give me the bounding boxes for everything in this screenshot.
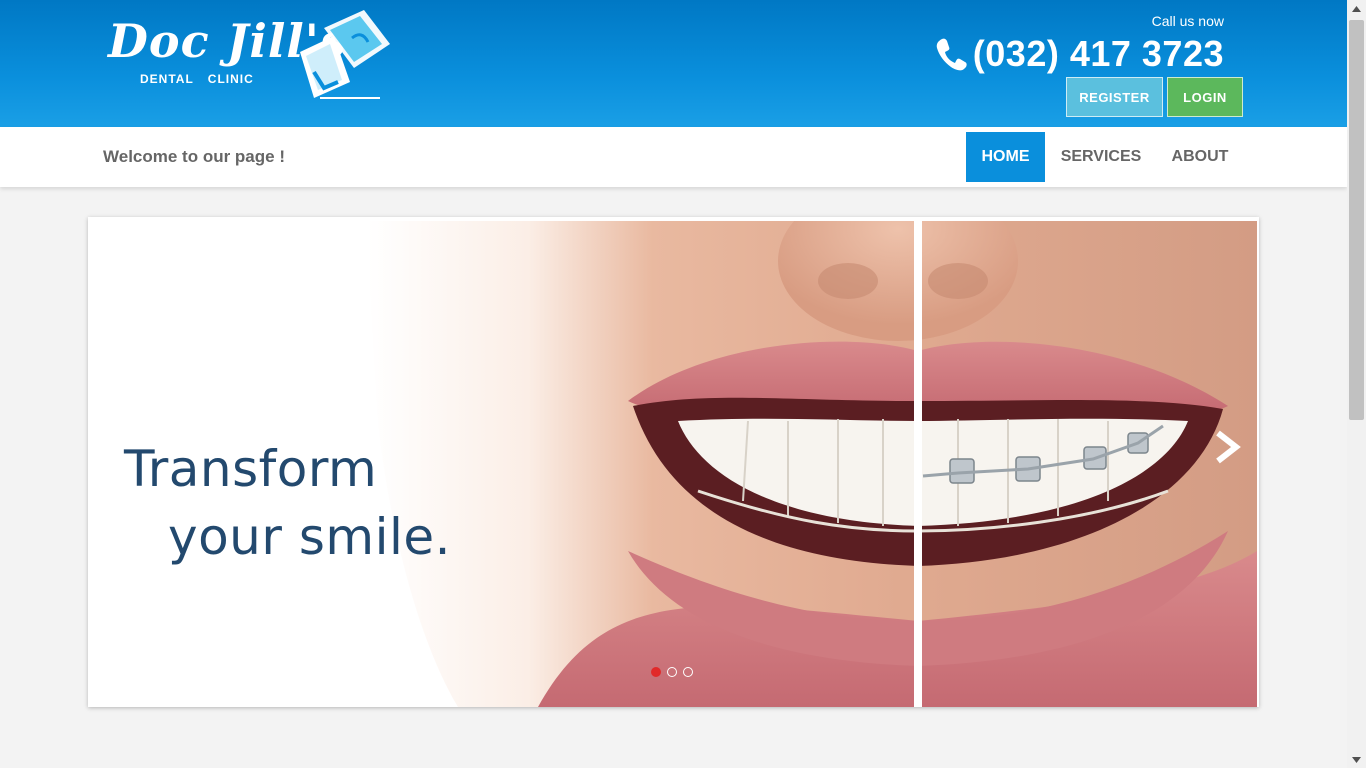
scroll-thumb[interactable] xyxy=(1349,20,1364,420)
main-nav: Welcome to our page ! HOME SERVICES ABOU… xyxy=(0,127,1347,187)
welcome-text: Welcome to our page ! xyxy=(103,147,285,166)
headline-line-1: Transform xyxy=(124,440,378,498)
phone-number-text: (032) 417 3723 xyxy=(972,33,1224,74)
phone-number[interactable]: (032) 417 3723 xyxy=(935,33,1224,75)
register-button[interactable]: REGISTER xyxy=(1066,77,1163,117)
call-us-label: Call us now xyxy=(1151,13,1224,29)
clinic-logo[interactable]: Doc Jill's DENTAL CLINIC xyxy=(104,8,394,104)
phone-icon xyxy=(936,38,967,71)
scroll-up-arrow-icon[interactable] xyxy=(1347,0,1366,17)
headline-line-2: your smile. xyxy=(168,508,452,566)
slider-dots xyxy=(651,667,693,677)
tooth-logo-icon xyxy=(300,10,390,99)
header-bar: Doc Jill's DENTAL CLINIC Call us now (032… xyxy=(0,0,1347,127)
nav-home[interactable]: HOME xyxy=(966,132,1045,182)
slider-dot-1[interactable] xyxy=(651,667,661,677)
nav-services[interactable]: SERVICES xyxy=(1055,132,1147,182)
logo-sub-clinic: CLINIC xyxy=(207,72,254,86)
slider-dot-3[interactable] xyxy=(683,667,693,677)
nav-about[interactable]: ABOUT xyxy=(1160,132,1240,182)
logo-sub-dental: DENTAL xyxy=(140,72,194,86)
hero-slider: Transform your smile. xyxy=(88,217,1259,707)
login-button[interactable]: LOGIN xyxy=(1167,77,1243,117)
logo-subtitle: DENTAL CLINIC xyxy=(140,72,254,86)
scroll-down-arrow-icon[interactable] xyxy=(1347,751,1366,768)
chevron-right-icon[interactable] xyxy=(1212,429,1242,465)
slide-headline: Transform your smile. xyxy=(124,435,451,571)
slider-dot-2[interactable] xyxy=(667,667,677,677)
page-scrollbar[interactable] xyxy=(1347,0,1366,768)
